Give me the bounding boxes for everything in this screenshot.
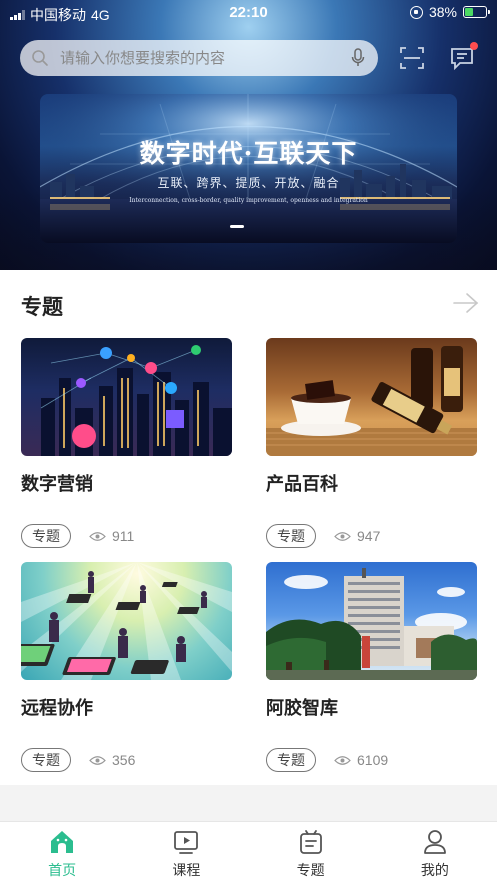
view-count-value: 911 xyxy=(112,528,135,544)
eye-icon xyxy=(334,531,351,541)
tab-profile[interactable]: 我的 xyxy=(373,822,497,883)
topic-tag: 专题 xyxy=(21,524,71,548)
view-count: 356 xyxy=(89,752,135,768)
topic-thumbnail xyxy=(266,562,477,680)
notification-badge xyxy=(470,42,478,50)
topic-thumbnail xyxy=(21,338,232,456)
tab-courses[interactable]: 课程 xyxy=(124,822,248,883)
battery-icon xyxy=(463,6,490,18)
play-icon xyxy=(174,831,199,854)
microphone-icon[interactable] xyxy=(338,40,378,76)
topic-tag: 专题 xyxy=(266,524,316,548)
topics-section: 专题 数字营销 专题 911 产品百科 专题 947 远程协作 专题 356 阿… xyxy=(0,270,497,785)
tab-topics[interactable]: 专题 xyxy=(249,822,373,883)
topic-title: 数字营销 xyxy=(21,474,93,494)
view-count-value: 947 xyxy=(357,528,381,544)
header-backdrop: 中国移动 4G 22:10 38% 请输入你想要搜索的内容 数字时代·互联天下 … xyxy=(0,0,497,270)
topic-title: 产品百科 xyxy=(266,474,338,494)
view-count-value: 356 xyxy=(112,752,136,768)
eye-icon xyxy=(89,531,106,541)
search-icon xyxy=(20,40,60,76)
topic-tag: 专题 xyxy=(266,748,316,772)
topic-card[interactable]: 远程协作 专题 356 xyxy=(21,562,232,772)
topic-thumbnail xyxy=(21,562,232,680)
topic-thumbnail xyxy=(266,338,477,456)
banner-english-caption: Interconnection, cross-border, quality i… xyxy=(129,197,368,204)
status-right: 38% xyxy=(409,4,490,20)
status-bar: 中国移动 4G 22:10 38% xyxy=(0,0,497,26)
tab-label: 我的 xyxy=(420,862,449,878)
message-icon[interactable] xyxy=(448,42,478,74)
home-icon xyxy=(51,831,74,853)
view-count: 911 xyxy=(89,528,134,544)
rotation-lock-icon xyxy=(409,5,423,19)
view-count: 947 xyxy=(334,528,380,544)
promo-banner[interactable]: 数字时代·互联天下 互联、跨界、提质、开放、融合 Interconnection… xyxy=(40,94,457,243)
view-count-value: 6109 xyxy=(357,752,389,768)
user-icon xyxy=(423,830,446,854)
carousel-indicator[interactable] xyxy=(230,225,244,228)
search-row xyxy=(0,40,497,78)
topic-title: 阿胶智库 xyxy=(266,698,338,718)
topic-card[interactable]: 阿胶智库 专题 6109 xyxy=(266,562,477,772)
eye-icon xyxy=(89,755,106,765)
topic-title: 远程协作 xyxy=(21,698,93,718)
topic-icon xyxy=(299,830,322,854)
tab-label: 专题 xyxy=(296,862,325,878)
topic-card[interactable]: 数字营销 专题 911 xyxy=(21,338,232,548)
view-count: 6109 xyxy=(334,752,388,768)
section-title: 专题 xyxy=(21,296,63,319)
search-bar[interactable] xyxy=(20,40,378,76)
scan-icon[interactable] xyxy=(398,44,426,72)
bottom-tab-bar: 首页 课程 专题 我的 xyxy=(0,821,497,883)
section-divider xyxy=(0,785,497,821)
search-input[interactable] xyxy=(60,49,338,67)
battery-percent: 38% xyxy=(428,4,457,20)
topic-tag: 专题 xyxy=(21,748,71,772)
eye-icon xyxy=(334,755,351,765)
tab-label: 首页 xyxy=(48,862,77,878)
tab-label: 课程 xyxy=(172,862,201,878)
tab-home[interactable]: 首页 xyxy=(0,822,124,883)
arrow-right-icon[interactable] xyxy=(452,290,480,316)
banner-subtitle: 互联、跨界、提质、开放、融合 xyxy=(157,176,340,190)
banner-title: 数字时代·互联天下 xyxy=(139,139,358,168)
topic-card[interactable]: 产品百科 专题 947 xyxy=(266,338,477,548)
